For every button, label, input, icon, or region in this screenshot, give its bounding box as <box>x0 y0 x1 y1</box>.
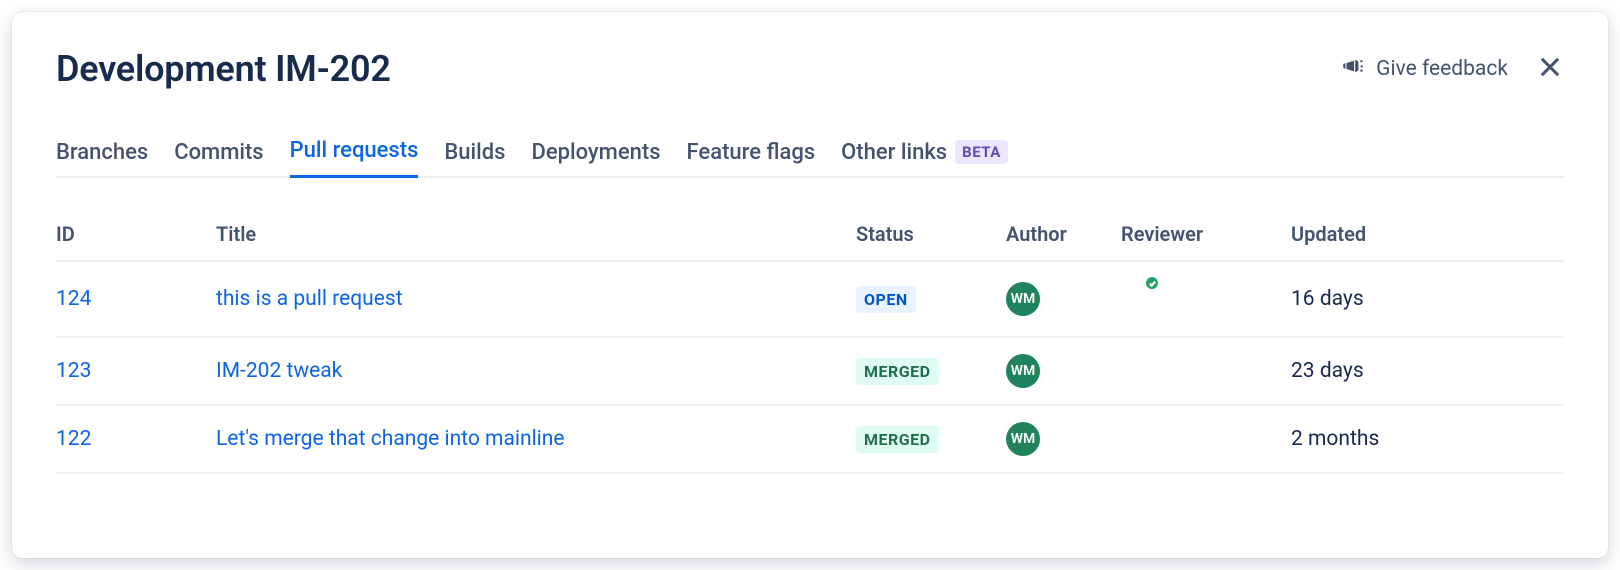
updated-text: 23 days <box>1291 359 1364 383</box>
status-badge: MERGED <box>856 358 939 385</box>
col-header-title: Title <box>216 208 856 261</box>
reviewer-avatar[interactable] <box>1121 278 1157 314</box>
pull-requests-table: ID Title Status Author Reviewer Updated … <box>56 208 1564 474</box>
tab-label: Deployments <box>531 140 660 165</box>
close-button[interactable] <box>1536 53 1564 85</box>
tab-label: Pull requests <box>290 138 419 163</box>
tab-builds[interactable]: Builds <box>444 132 505 178</box>
tab-label: Commits <box>174 140 263 165</box>
tab-label: Branches <box>56 140 148 165</box>
pr-id-link[interactable]: 124 <box>56 287 91 311</box>
give-feedback-label: Give feedback <box>1376 57 1508 81</box>
pr-title-link[interactable]: Let's merge that change into mainline <box>216 427 565 451</box>
table-header-row: ID Title Status Author Reviewer Updated <box>56 208 1564 261</box>
col-header-author: Author <box>1006 208 1121 261</box>
header-actions: Give feedback <box>1340 53 1564 85</box>
tab-pull-requests[interactable]: Pull requests <box>290 132 419 178</box>
status-badge: OPEN <box>856 286 916 313</box>
pr-title-link[interactable]: IM-202 tweak <box>216 359 342 383</box>
col-header-id: ID <box>56 208 216 261</box>
tabs: Branches Commits Pull requests Builds De… <box>56 132 1564 178</box>
beta-badge: BETA <box>955 140 1008 164</box>
status-badge: MERGED <box>856 426 939 453</box>
col-header-reviewer: Reviewer <box>1121 208 1291 261</box>
tab-other-links[interactable]: Other links BETA <box>841 132 1008 178</box>
pr-title-link[interactable]: this is a pull request <box>216 287 403 311</box>
table-row: 122 Let's merge that change into mainlin… <box>56 405 1564 473</box>
updated-text: 2 months <box>1291 427 1379 451</box>
give-feedback-button[interactable]: Give feedback <box>1340 53 1508 85</box>
megaphone-icon <box>1340 53 1366 85</box>
table-row: 124 this is a pull request OPEN WM 16 da… <box>56 261 1564 337</box>
tab-feature-flags[interactable]: Feature flags <box>687 132 816 178</box>
panel-header: Development IM-202 Give feedback <box>56 48 1564 90</box>
tab-label: Other links <box>841 140 947 165</box>
panel-title: Development IM-202 <box>56 48 391 90</box>
tab-branches[interactable]: Branches <box>56 132 148 178</box>
table-row: 123 IM-202 tweak MERGED WM 23 days <box>56 337 1564 405</box>
pr-id-link[interactable]: 122 <box>56 427 91 451</box>
approved-check-icon <box>1144 275 1160 291</box>
tab-label: Feature flags <box>687 140 816 165</box>
author-avatar[interactable]: WM <box>1006 354 1040 388</box>
author-avatar[interactable]: WM <box>1006 282 1040 316</box>
pr-id-link[interactable]: 123 <box>56 359 91 383</box>
col-header-status: Status <box>856 208 1006 261</box>
tab-deployments[interactable]: Deployments <box>531 132 660 178</box>
tab-label: Builds <box>444 140 505 165</box>
author-avatar[interactable]: WM <box>1006 422 1040 456</box>
updated-text: 16 days <box>1291 287 1364 311</box>
close-icon <box>1536 53 1564 85</box>
development-panel: Development IM-202 Give feedback Branche… <box>12 12 1608 558</box>
col-header-updated: Updated <box>1291 208 1564 261</box>
tab-commits[interactable]: Commits <box>174 132 263 178</box>
